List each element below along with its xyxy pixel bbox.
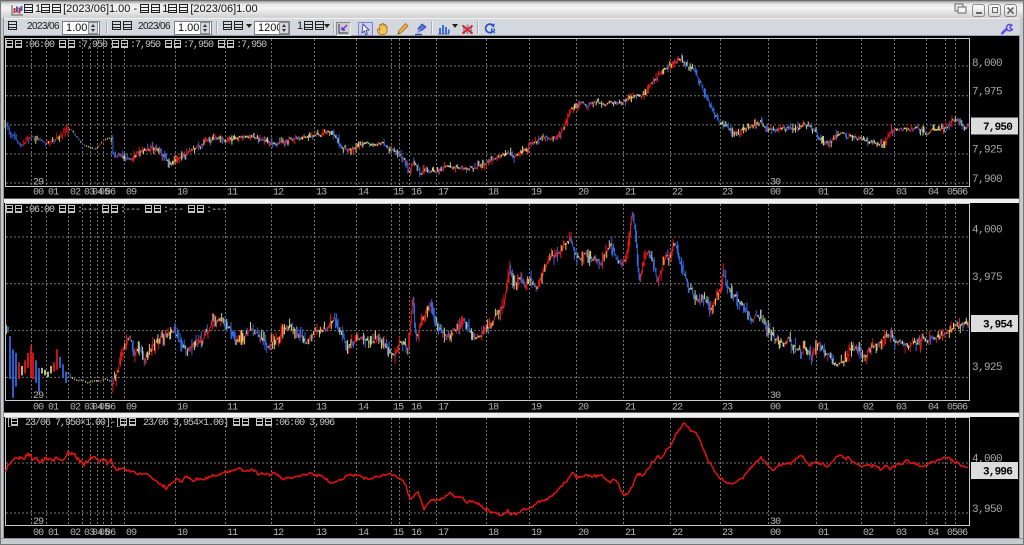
svg-text:R: R [491, 29, 496, 36]
svg-text:8,000: 8,000 [972, 58, 1002, 70]
svg-text:00: 00 [770, 403, 781, 414]
svg-text:23: 23 [722, 403, 733, 414]
svg-text:16: 16 [411, 528, 422, 539]
svg-text:09: 09 [126, 528, 137, 539]
svg-text:16: 16 [411, 403, 422, 414]
svg-text:12: 12 [273, 403, 284, 414]
svg-text:00: 00 [33, 528, 44, 539]
svg-text:14: 14 [358, 403, 369, 414]
svg-text:20: 20 [578, 188, 589, 199]
svg-text:19: 19 [531, 403, 542, 414]
svg-text:30: 30 [770, 391, 781, 402]
svg-text:12: 12 [273, 188, 284, 199]
svg-text:19: 19 [531, 528, 542, 539]
svg-text:18: 18 [488, 528, 499, 539]
svg-text:3,925: 3,925 [972, 362, 1002, 374]
svg-text:22: 22 [672, 403, 683, 414]
svg-text:10: 10 [177, 188, 188, 199]
svg-text:12: 12 [273, 528, 284, 539]
svg-text:10: 10 [177, 528, 188, 539]
svg-text:16: 16 [411, 188, 422, 199]
svg-text:29: 29 [33, 178, 44, 189]
svg-text:09: 09 [126, 403, 137, 414]
svg-text:15: 15 [393, 528, 404, 539]
svg-text:7,975: 7,975 [972, 87, 1002, 99]
svg-text:00: 00 [770, 188, 781, 199]
svg-text:19: 19 [531, 188, 542, 199]
svg-text:02: 02 [70, 403, 81, 414]
svg-text:22: 22 [672, 188, 683, 199]
svg-text:13: 13 [316, 188, 327, 199]
svg-text:13: 13 [316, 528, 327, 539]
svg-text:10: 10 [177, 403, 188, 414]
svg-text:15: 15 [393, 403, 404, 414]
svg-text:29: 29 [33, 391, 44, 402]
svg-text:30: 30 [770, 517, 781, 528]
svg-text:21: 21 [625, 188, 636, 199]
svg-text:02: 02 [70, 188, 81, 199]
svg-text:03: 03 [896, 403, 907, 414]
svg-text:06: 06 [957, 403, 968, 414]
svg-text:01: 01 [818, 403, 829, 414]
svg-text:14: 14 [358, 528, 369, 539]
svg-text:04: 04 [928, 403, 939, 414]
svg-text:3,950: 3,950 [972, 504, 1002, 516]
svg-text:18: 18 [488, 403, 499, 414]
svg-text:29: 29 [33, 517, 44, 528]
svg-text:03: 03 [896, 188, 907, 199]
svg-text:00: 00 [33, 188, 44, 199]
svg-text:23: 23 [722, 528, 733, 539]
svg-text:04: 04 [928, 528, 939, 539]
svg-text:06: 06 [105, 528, 116, 539]
svg-text:7,900: 7,900 [972, 174, 1002, 186]
svg-text:09: 09 [126, 188, 137, 199]
svg-text:17: 17 [438, 403, 449, 414]
svg-text:3,954: 3,954 [983, 320, 1013, 332]
svg-text:20: 20 [578, 403, 589, 414]
svg-text:02: 02 [863, 403, 874, 414]
svg-text:01: 01 [818, 188, 829, 199]
svg-text:02: 02 [70, 528, 81, 539]
svg-text:14: 14 [358, 188, 369, 199]
svg-text:13: 13 [316, 403, 327, 414]
svg-text:06: 06 [957, 528, 968, 539]
svg-text:22: 22 [672, 528, 683, 539]
svg-text:3,996: 3,996 [983, 467, 1012, 479]
svg-text:23: 23 [722, 188, 733, 199]
svg-text:18: 18 [488, 188, 499, 199]
svg-text:17: 17 [438, 528, 449, 539]
svg-text:21: 21 [625, 528, 636, 539]
svg-text:02: 02 [863, 528, 874, 539]
svg-text:7,925: 7,925 [972, 145, 1002, 157]
svg-text:01: 01 [818, 528, 829, 539]
svg-text:21: 21 [625, 403, 636, 414]
svg-text:02: 02 [863, 188, 874, 199]
svg-text:01: 01 [48, 403, 59, 414]
svg-text:15: 15 [393, 188, 404, 199]
svg-text:11: 11 [227, 528, 238, 539]
svg-text:06: 06 [957, 188, 968, 199]
svg-text:11: 11 [227, 188, 238, 199]
svg-text:06: 06 [105, 403, 116, 414]
svg-text:11: 11 [227, 403, 238, 414]
svg-text:01: 01 [48, 528, 59, 539]
svg-text:04: 04 [928, 188, 939, 199]
svg-text:20: 20 [578, 528, 589, 539]
svg-text:01: 01 [48, 188, 59, 199]
svg-text:17: 17 [438, 188, 449, 199]
svg-text:00: 00 [770, 528, 781, 539]
svg-text:4,000: 4,000 [972, 225, 1002, 237]
svg-text:00: 00 [33, 403, 44, 414]
svg-text:3,975: 3,975 [972, 272, 1002, 284]
svg-text:06: 06 [105, 188, 116, 199]
svg-text:7,950: 7,950 [983, 122, 1012, 134]
svg-text:03: 03 [896, 528, 907, 539]
svg-text:30: 30 [770, 178, 781, 189]
